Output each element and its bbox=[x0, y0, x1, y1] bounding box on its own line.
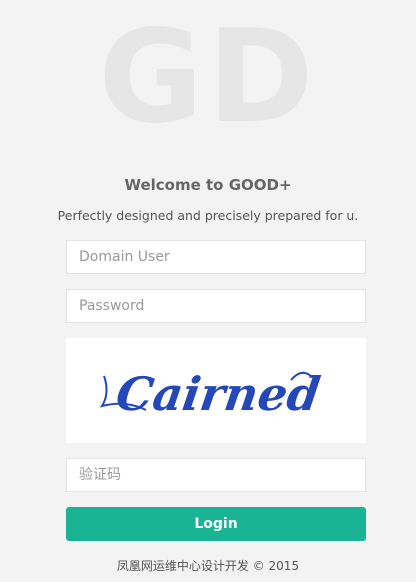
captcha-code-input[interactable] bbox=[66, 458, 366, 492]
username-input[interactable] bbox=[66, 240, 366, 274]
captcha-text: Cairned bbox=[113, 367, 324, 421]
password-input[interactable] bbox=[66, 289, 366, 323]
captcha-graphic: Cairned bbox=[99, 367, 324, 421]
page-title: Welcome to GOOD+ bbox=[124, 176, 292, 194]
login-page: GD Welcome to GOOD+ Perfectly designed a… bbox=[0, 0, 416, 582]
footer-credit: 凤凰网运维中心设计开发 © 2015 bbox=[116, 559, 300, 573]
login-button[interactable]: Login bbox=[66, 507, 366, 541]
captcha-image[interactable]: Cairned bbox=[66, 338, 366, 443]
logo-watermark: GD bbox=[98, 3, 318, 152]
page-subtitle: Perfectly designed and precisely prepare… bbox=[57, 208, 359, 223]
